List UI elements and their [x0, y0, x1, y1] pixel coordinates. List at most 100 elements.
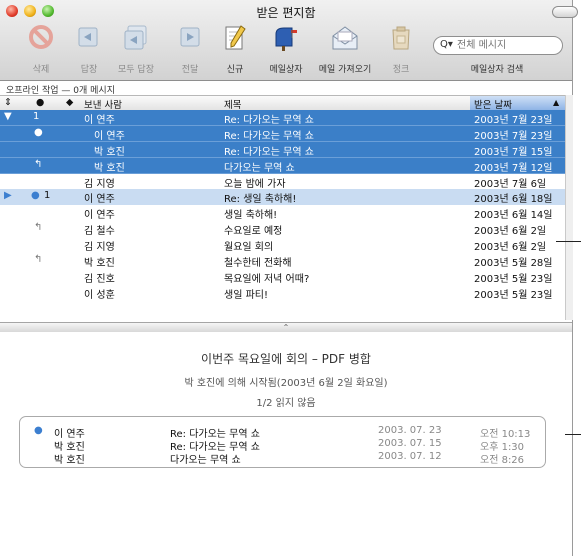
- thread-subject: 다가오는 무역 쇼: [170, 455, 241, 466]
- reply-all-button[interactable]: [122, 24, 150, 52]
- callout-line: [565, 434, 581, 435]
- message-row[interactable]: 김 진호 목요일에 저녁 어때? 2003년 5월 23일: [0, 269, 565, 285]
- message-subject: 오늘 밤에 가자: [224, 178, 286, 190]
- mailbox-icon: [275, 27, 297, 51]
- thread-count: 1: [33, 111, 40, 122]
- message-subject: Re: 다가오는 무역 쇼: [224, 115, 314, 126]
- message-list-scrollbar[interactable]: [565, 95, 573, 320]
- message-subject: 다가오는 무역 쇼: [224, 162, 295, 174]
- disclosure-collapsed-icon[interactable]: ▶: [4, 190, 12, 201]
- junk-label: 정크: [392, 65, 410, 75]
- delete-button[interactable]: [28, 24, 54, 50]
- thread-count: 1: [44, 190, 51, 202]
- message-subject: 목요일에 저녁 어때?: [224, 273, 310, 285]
- reply-icon: [78, 27, 98, 47]
- forward-button[interactable]: [178, 24, 202, 50]
- message-row[interactable]: ▶ ● 1 이 연주 Re: 생일 축하해! 2003년 6월 18일: [0, 189, 565, 205]
- message-date: 2003년 7월 23일: [474, 130, 553, 142]
- message-date: 2003년 7월 15일: [474, 146, 553, 158]
- column-date-received[interactable]: 받은 날짜: [474, 97, 512, 111]
- callout-line: [556, 241, 581, 242]
- message-list: ▼ 1 이 연주 Re: 다가오는 무역 쇼 2003년 7월 23일 ● 이 …: [0, 110, 565, 301]
- reply-button[interactable]: [76, 24, 100, 50]
- thread-message-row[interactable]: 박 호진 다가오는 무역 쇼 2003. 07. 12 오전 8:26: [20, 451, 545, 466]
- thread-title: 이번주 목요일에 회의 – PDF 병합: [201, 352, 371, 366]
- message-row[interactable]: 박 호진 Re: 다가오는 무역 쇼 2003년 7월 15일: [0, 141, 565, 158]
- mailbox-button[interactable]: [272, 24, 300, 52]
- disclosure-expanded-icon[interactable]: ▼: [4, 111, 12, 122]
- thread-message-row[interactable]: ● 이 연주 Re: 다가오는 무역 쇼 2003. 07. 23 오전 10:…: [20, 425, 545, 440]
- thread-time: 오전 8:26: [480, 455, 525, 466]
- message-date: 2003년 7월 23일: [474, 115, 553, 126]
- message-row[interactable]: ↰ 박 호진 철수한테 전화해 2003년 5월 28일: [0, 253, 565, 269]
- search-field[interactable]: Q▾: [433, 36, 563, 55]
- message-row[interactable]: 김 지영 월요일 회의 2003년 6월 2일: [0, 237, 565, 253]
- new-message-button[interactable]: [222, 24, 248, 52]
- search-icon: Q▾: [440, 39, 453, 50]
- chevron-up-icon: ⌃: [282, 323, 290, 332]
- message-date: 2003년 6월 2일: [474, 242, 547, 254]
- message-date: 2003년 5월 23일: [474, 289, 553, 301]
- new-message-label: 신규: [226, 65, 244, 75]
- message-date: 2003년 6월 2일: [474, 226, 547, 238]
- forward-icon: [180, 27, 200, 47]
- read-status-column-icon[interactable]: ●: [36, 97, 44, 108]
- message-from: 박 호진: [94, 146, 125, 158]
- column-from[interactable]: 보낸 사람: [84, 97, 122, 111]
- thread-from: 박 호진: [54, 455, 85, 466]
- message-from: 이 연주: [84, 115, 115, 126]
- message-row[interactable]: ↰ 박 호진 다가오는 무역 쇼 2003년 7월 12일: [0, 157, 565, 174]
- message-from: 김 철수: [84, 226, 115, 238]
- unread-count: 1/2 읽지 않음: [256, 398, 316, 409]
- message-row[interactable]: ↰ 김 철수 수요일로 예정 2003년 6월 2일: [0, 221, 565, 237]
- message-from: 이 연주: [94, 130, 125, 142]
- message-subject: 월요일 회의: [224, 242, 274, 254]
- unread-icon: ●: [34, 425, 43, 436]
- message-row[interactable]: 이 연주 생일 축하해! 2003년 6월 14일: [0, 205, 565, 221]
- junk-button[interactable]: [388, 24, 414, 52]
- message-date: 2003년 6월 14일: [474, 210, 553, 222]
- message-date: 2003년 5월 23일: [474, 273, 553, 285]
- message-subject: Re: 다가오는 무역 쇼: [224, 146, 314, 158]
- search-input[interactable]: [457, 38, 557, 52]
- mailbox-label: 메일상자: [269, 65, 303, 75]
- column-subject[interactable]: 제목: [224, 97, 241, 111]
- message-from: 이 성훈: [84, 289, 115, 301]
- new-message-icon: [225, 25, 246, 50]
- title-bar: 받은 편지함 삭제 답장 모두 답장 전달 신규 메일상자 메일 가져오기 정크…: [0, 0, 578, 81]
- message-from: 이 연주: [84, 210, 115, 222]
- search-label: 메일상자 검색: [470, 65, 524, 75]
- message-from: 박 호진: [84, 258, 115, 270]
- unread-icon: ●: [34, 126, 43, 138]
- replied-icon: ↰: [34, 158, 43, 170]
- message-date: 2003년 5월 28일: [474, 258, 553, 270]
- message-from: 이 연주: [84, 194, 115, 206]
- message-date: 2003년 6월 18일: [474, 194, 553, 206]
- message-row[interactable]: ● 이 연주 Re: 다가오는 무역 쇼 2003년 7월 23일: [0, 125, 565, 142]
- unread-icon: ●: [31, 190, 40, 202]
- forward-label: 전달: [181, 65, 199, 75]
- get-mail-icon: [332, 26, 358, 50]
- message-subject: Re: 생일 축하해!: [224, 194, 297, 206]
- message-subject: 생일 파티!: [224, 289, 268, 301]
- message-subject: 철수한테 전화해: [224, 258, 292, 270]
- get-mail-button[interactable]: [330, 24, 360, 52]
- message-from: 김 지영: [84, 178, 115, 190]
- thread-column-icon[interactable]: ⇕: [4, 97, 12, 108]
- replied-icon: ↰: [34, 254, 43, 266]
- message-row[interactable]: 김 지영 오늘 밤에 가자 2003년 7월 6일: [0, 174, 565, 190]
- sort-ascending-icon: ▲: [553, 98, 560, 107]
- reply-label: 답장: [80, 65, 98, 75]
- thread-message-row[interactable]: 박 호진 Re: 다가오는 무역 쇼 2003. 07. 15 오후 1:30: [20, 438, 545, 453]
- message-list-header: ⇕ ● ◆ 보낸 사람 제목 받은 날짜 ▲: [0, 95, 565, 111]
- preview-pane: 이번주 목요일에 회의 – PDF 병합 박 호진에 의해 시작됨(2003년 …: [0, 332, 572, 556]
- flag-column-icon[interactable]: ◆: [66, 97, 73, 108]
- thread-date: 2003. 07. 23: [378, 425, 442, 436]
- mail-window: 받은 편지함 삭제 답장 모두 답장 전달 신규 메일상자 메일 가져오기 정크…: [0, 0, 578, 556]
- message-row[interactable]: ▼ 1 이 연주 Re: 다가오는 무역 쇼 2003년 7월 23일: [0, 110, 565, 126]
- message-from: 김 진호: [84, 273, 115, 285]
- reply-all-label: 모두 답장: [118, 65, 154, 75]
- delete-label: 삭제: [32, 65, 50, 75]
- message-row[interactable]: 이 성훈 생일 파티! 2003년 5월 23일: [0, 285, 565, 301]
- message-date: 2003년 7월 12일: [474, 162, 553, 174]
